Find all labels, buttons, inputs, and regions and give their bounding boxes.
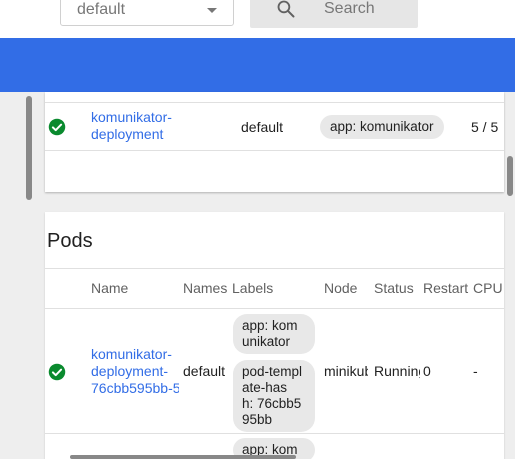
column-header-node[interactable]: Node — [324, 280, 366, 296]
pod-node: minikub — [324, 363, 368, 379]
divider — [45, 433, 504, 434]
deployments-card: komunikator- deployment default app: kom… — [45, 92, 504, 192]
vertical-scrollbar[interactable] — [507, 156, 513, 196]
vertical-scrollbar[interactable] — [26, 96, 32, 200]
search-box[interactable]: Search — [250, 0, 418, 28]
pod-restarts: 0 — [423, 363, 431, 379]
column-header-namespace[interactable]: Names — [183, 280, 228, 296]
column-header-status[interactable]: Status — [374, 280, 419, 296]
search-placeholder: Search — [324, 0, 375, 17]
divider — [45, 150, 504, 151]
label-chip: app: komunikator — [320, 115, 444, 139]
pod-namespace: default — [183, 363, 226, 379]
pod-name-link[interactable]: komunikator- deployment- 76cbb595bb-5 — [91, 346, 179, 397]
deployment-pods: 5 / 5 — [471, 119, 499, 135]
label-chip: pod-templ ate-has h: 76cbb5 95bb — [233, 360, 315, 432]
pods-card: Pods Name Names Labels Node Status Resta… — [45, 212, 504, 459]
column-header-restarts[interactable]: Restart — [423, 280, 470, 296]
namespace-select[interactable]: default — [60, 0, 234, 26]
header-bar — [0, 38, 515, 92]
column-header-labels: Labels — [232, 280, 274, 296]
caret-down-icon — [207, 8, 217, 13]
column-header-cpu[interactable]: CPU — [473, 280, 503, 296]
card-title: Pods — [47, 230, 93, 252]
divider — [45, 102, 504, 103]
check-circle-icon — [48, 118, 66, 136]
horizontal-scrollbar[interactable] — [70, 455, 296, 459]
search-icon — [277, 0, 295, 18]
namespace-select-value: default — [77, 1, 126, 18]
pod-status: Running — [374, 363, 420, 379]
deployment-name-link[interactable]: komunikator- deployment — [91, 109, 172, 143]
check-circle-icon — [48, 363, 66, 381]
deployment-namespace: default — [241, 119, 284, 135]
column-header-name[interactable]: Name — [91, 280, 176, 296]
divider — [45, 308, 504, 309]
label-chip: app: kom unikator — [233, 314, 315, 354]
divider — [45, 268, 504, 269]
top-toolbar: default Search — [0, 0, 515, 38]
pod-cpu: - — [473, 363, 478, 379]
